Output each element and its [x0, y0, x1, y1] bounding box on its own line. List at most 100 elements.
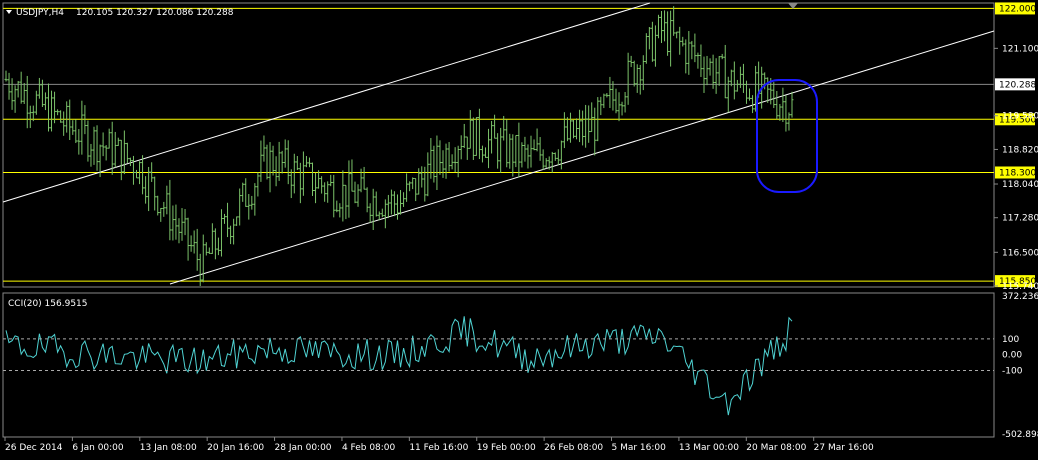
candle — [590, 102, 594, 133]
price-tick-label: 121.100 — [1002, 44, 1038, 54]
candle — [441, 150, 445, 178]
candle — [119, 139, 123, 181]
candle — [620, 101, 624, 116]
candle — [232, 218, 236, 245]
time-tick-label: 20 Jan 16:00 — [207, 443, 264, 453]
horizontal-levels[interactable]: 122.000119.500118.300115.850120.288 — [3, 2, 1036, 288]
candle — [781, 87, 785, 123]
candle — [571, 119, 575, 139]
candle — [538, 137, 542, 161]
candle — [380, 208, 384, 218]
price-chart[interactable]: 122.000119.500118.300115.850120.288 121.… — [0, 0, 1038, 457]
candle — [362, 166, 366, 190]
candle — [110, 121, 114, 175]
candle — [147, 166, 151, 212]
candle — [766, 77, 770, 103]
candle — [751, 95, 755, 114]
highlight-marker[interactable] — [756, 79, 818, 193]
candle — [699, 44, 703, 77]
cci-label: CCI(20) 156.9515 — [8, 299, 88, 309]
candle — [43, 92, 47, 111]
chart-window[interactable]: 122.000 119.500 118.300 115.850 120.288 121.… — [0, 0, 1038, 457]
candle — [113, 131, 117, 168]
candle — [523, 136, 527, 162]
candle — [593, 107, 597, 156]
candle — [244, 178, 248, 207]
candle — [480, 145, 484, 163]
candle — [775, 91, 779, 120]
candle — [474, 117, 478, 156]
candle — [514, 134, 518, 168]
candle — [10, 78, 14, 110]
candle — [720, 53, 724, 60]
cci-axis: 372.2363 100 0.00 -100 -502.8983 — [3, 292, 1038, 440]
time-tick-label: 5 Mar 16:00 — [612, 443, 667, 453]
candle — [672, 6, 676, 36]
trend-channel[interactable] — [2, 2, 995, 285]
candle — [532, 139, 536, 151]
candle — [444, 143, 448, 179]
candle — [159, 207, 163, 222]
level-tag-label: 118.300 — [999, 168, 1036, 178]
candle — [520, 142, 524, 168]
candle — [223, 213, 227, 224]
candle — [71, 120, 75, 135]
candle — [526, 144, 530, 169]
time-tick-label: 13 Mar 00:00 — [679, 443, 739, 453]
candle — [575, 118, 579, 140]
candle — [134, 169, 138, 179]
cci-series — [5, 316, 793, 416]
time-tick-label: 20 Mar 08:00 — [746, 443, 806, 453]
candle — [292, 153, 296, 194]
candle — [681, 36, 685, 47]
triangle-down-icon[interactable] — [6, 10, 12, 14]
candle — [56, 109, 60, 116]
candle — [7, 72, 11, 100]
candle — [678, 26, 682, 55]
candle — [256, 172, 260, 197]
candle — [611, 81, 615, 111]
candle — [89, 143, 93, 167]
candle — [544, 158, 548, 169]
candle — [705, 55, 709, 86]
candle — [16, 80, 20, 98]
candle — [450, 154, 454, 170]
candle — [250, 195, 254, 210]
candle — [496, 133, 500, 169]
candle — [189, 235, 193, 252]
candle — [144, 176, 148, 204]
candle — [365, 187, 369, 213]
candle — [405, 173, 409, 202]
candle — [53, 91, 57, 124]
time-tick-label: 6 Jan 00:00 — [72, 443, 124, 453]
candle — [623, 92, 627, 113]
candle — [86, 120, 90, 162]
candle — [535, 128, 539, 152]
candle — [74, 119, 78, 144]
candle — [253, 183, 257, 216]
candle — [556, 149, 560, 166]
candle — [702, 56, 706, 93]
candle — [726, 76, 730, 113]
candle — [213, 228, 217, 260]
candle — [347, 160, 351, 218]
candle — [784, 95, 788, 132]
price-tick-label: 116.500 — [1002, 248, 1038, 258]
candle — [46, 83, 50, 132]
candle — [711, 54, 715, 89]
cci-tick-label: 372.2363 — [1002, 292, 1038, 302]
cci-tick-label: -100 — [1002, 366, 1023, 376]
candle — [748, 88, 752, 101]
candle — [559, 140, 563, 170]
ohlc-label: 120.105 120.327 120.086 120.288 — [76, 8, 234, 18]
candle — [605, 93, 609, 98]
candle — [192, 230, 196, 254]
candle — [259, 140, 263, 182]
candle — [608, 76, 612, 109]
candle — [323, 182, 327, 202]
candle — [465, 136, 469, 160]
candle — [168, 179, 172, 241]
channel-lower-line[interactable] — [169, 30, 995, 285]
candle — [353, 181, 357, 204]
candle — [581, 110, 585, 146]
